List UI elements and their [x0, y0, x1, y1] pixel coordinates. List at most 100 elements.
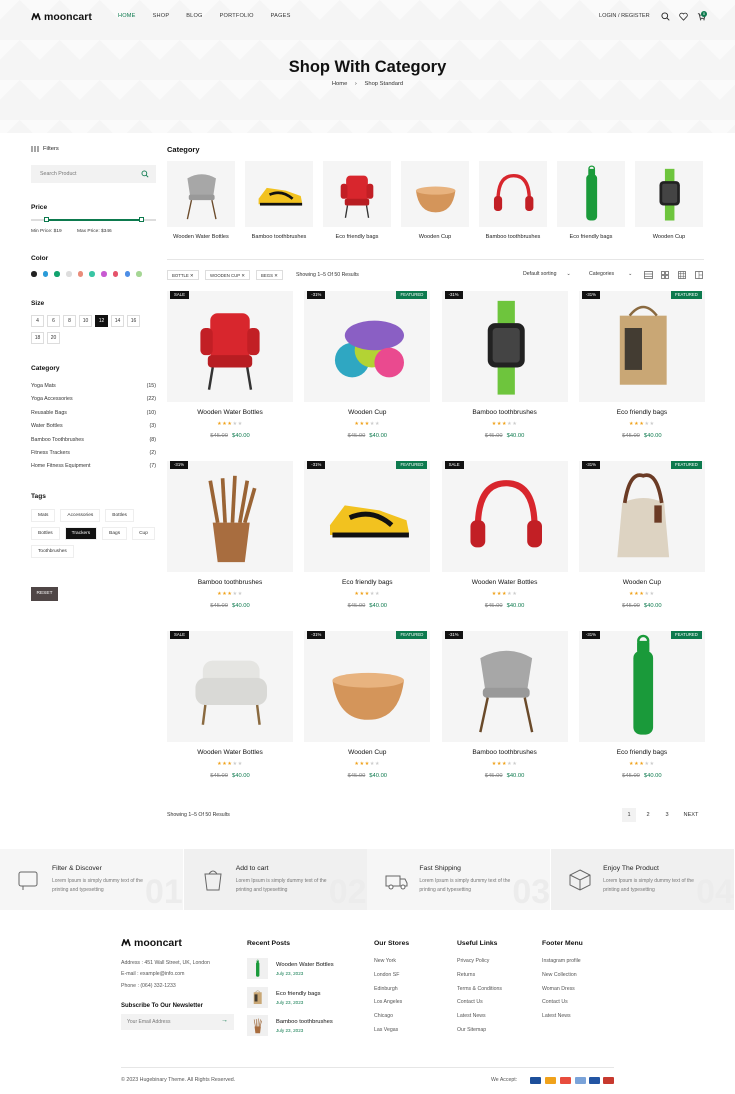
- list-view-icon[interactable]: [644, 271, 653, 279]
- grid-2-view-icon[interactable]: [661, 271, 669, 279]
- product-name[interactable]: Wooden Water Bottles: [167, 749, 293, 756]
- color-swatch[interactable]: [89, 271, 95, 277]
- category-item[interactable]: Bamboo Toothbrushes (8): [31, 437, 156, 443]
- page-3[interactable]: 3: [660, 808, 674, 822]
- footer-link[interactable]: Contact Us: [542, 999, 568, 1005]
- category-card[interactable]: [557, 161, 625, 227]
- product-image[interactable]: SALE: [441, 460, 568, 572]
- breadcrumb-home[interactable]: Home: [332, 81, 347, 87]
- post-title[interactable]: Eco friendly bags: [276, 991, 320, 997]
- search-icon[interactable]: [661, 12, 670, 21]
- post-title[interactable]: Wooden Water Bottles: [276, 962, 334, 968]
- filter-chip[interactable]: BOTTLE ✕: [167, 270, 199, 280]
- size-option[interactable]: 4: [31, 315, 44, 327]
- reset-button[interactable]: RESET: [31, 587, 58, 601]
- size-option[interactable]: 20: [47, 332, 60, 344]
- product-name[interactable]: Bamboo toothbrushes: [167, 579, 293, 586]
- product-name[interactable]: Bamboo toothbrushes: [442, 409, 568, 416]
- footer-link[interactable]: Privacy Policy: [457, 958, 489, 964]
- nav-pages[interactable]: PAGES: [271, 13, 291, 19]
- login-register-link[interactable]: LOGIN / REGISTER: [599, 13, 650, 19]
- category-item[interactable]: Yoga Accessories (22): [31, 396, 156, 402]
- color-swatch[interactable]: [31, 271, 37, 277]
- footer-logo[interactable]: mooncart: [121, 937, 182, 949]
- category-card[interactable]: [167, 161, 235, 227]
- nav-home[interactable]: HOME: [118, 13, 136, 19]
- next-page[interactable]: NEXT: [680, 808, 702, 822]
- filters-label[interactable]: Filters: [43, 146, 59, 152]
- category-card-label[interactable]: Wooden Cup: [630, 234, 708, 240]
- size-option[interactable]: 14: [111, 315, 124, 327]
- category-card[interactable]: [635, 161, 703, 227]
- footer-link[interactable]: Instagram profile: [542, 958, 581, 964]
- post-thumbnail[interactable]: [247, 986, 268, 1008]
- post-thumbnail[interactable]: [247, 1015, 268, 1037]
- nav-blog[interactable]: BLOG: [186, 13, 202, 19]
- product-name[interactable]: Wooden Water Bottles: [167, 409, 293, 416]
- footer-link[interactable]: Chicago: [374, 1013, 393, 1019]
- category-card-label[interactable]: Bamboo toothbrushes: [474, 234, 552, 240]
- footer-link[interactable]: Latest News: [457, 1013, 486, 1019]
- nav-portfolio[interactable]: PORTFOLIO: [220, 13, 254, 19]
- search-product-icon[interactable]: [141, 170, 149, 178]
- category-card[interactable]: [479, 161, 547, 227]
- color-swatch[interactable]: [54, 271, 60, 277]
- footer-link[interactable]: Edinburgh: [374, 986, 398, 992]
- category-item[interactable]: Water Bottles (3): [31, 423, 156, 429]
- page-2[interactable]: 2: [641, 808, 655, 822]
- wishlist-heart-icon[interactable]: [679, 12, 688, 21]
- product-name[interactable]: Eco friendly bags: [304, 579, 430, 586]
- category-card-label[interactable]: Eco friendly bags: [318, 234, 396, 240]
- category-card[interactable]: [245, 161, 313, 227]
- tag-item[interactable]: Bottles: [105, 509, 134, 522]
- category-card-label[interactable]: Wooden Water Bottles: [162, 234, 240, 240]
- product-image[interactable]: -31%: [167, 460, 293, 572]
- product-image[interactable]: -31% FEATURED: [304, 630, 431, 742]
- product-image[interactable]: SALE: [167, 630, 293, 742]
- site-logo[interactable]: mooncart: [31, 11, 92, 23]
- footer-link[interactable]: London SF: [374, 972, 399, 978]
- arrow-right-icon[interactable]: →: [221, 1017, 228, 1024]
- category-card[interactable]: [323, 161, 391, 227]
- footer-link[interactable]: Las Vegas: [374, 1027, 398, 1033]
- tag-item[interactable]: Bottles: [31, 527, 60, 540]
- color-swatch[interactable]: [101, 271, 107, 277]
- product-image[interactable]: -31%: [441, 630, 568, 742]
- category-card-label[interactable]: Bamboo toothbrushes: [240, 234, 318, 240]
- grid-4-view-icon[interactable]: [695, 271, 703, 279]
- chip-close-icon[interactable]: ✕: [241, 273, 245, 278]
- footer-link[interactable]: New Collection: [542, 972, 577, 978]
- color-swatch[interactable]: [77, 271, 84, 277]
- post-thumbnail[interactable]: [247, 958, 268, 979]
- footer-link[interactable]: Returns: [457, 972, 475, 978]
- product-image[interactable]: -31%: [441, 291, 568, 402]
- product-image[interactable]: -31% FEATURED: [578, 291, 705, 402]
- product-name[interactable]: Eco friendly bags: [579, 749, 705, 756]
- category-item[interactable]: Yoga Mats (15): [31, 383, 156, 389]
- size-option[interactable]: 6: [47, 315, 60, 327]
- footer-link[interactable]: New York: [374, 958, 396, 964]
- product-image[interactable]: -31% FEATURED: [304, 291, 431, 402]
- page-1[interactable]: 1: [622, 808, 636, 822]
- category-item[interactable]: Fitness Trackers (2): [31, 450, 156, 456]
- footer-link[interactable]: Contact Us: [457, 999, 483, 1005]
- tag-item[interactable]: Bags: [102, 527, 128, 540]
- tag-item[interactable]: Accessories: [60, 509, 101, 522]
- product-name[interactable]: Wooden Water Bottles: [442, 579, 568, 586]
- size-option[interactable]: 18: [31, 332, 44, 344]
- category-item[interactable]: Reusable Bags (10): [31, 410, 156, 416]
- size-option[interactable]: 12: [95, 315, 108, 327]
- color-swatch[interactable]: [124, 271, 130, 277]
- newsletter-email-input[interactable]: Your Email Address: [121, 1014, 234, 1030]
- size-option[interactable]: 16: [127, 315, 140, 327]
- category-card-label[interactable]: Wooden Cup: [396, 234, 474, 240]
- price-min-handle[interactable]: [44, 217, 49, 222]
- footer-link[interactable]: Woman Dress: [542, 986, 575, 992]
- tag-item[interactable]: Mats: [31, 509, 56, 522]
- product-image[interactable]: -31% FEATURED: [578, 460, 705, 572]
- categories-select[interactable]: Categories ⌄: [589, 271, 632, 277]
- product-image[interactable]: -31% FEATURED: [304, 460, 431, 572]
- tag-item[interactable]: Toothbrushes: [31, 545, 74, 558]
- filter-chip[interactable]: WOODEN CUP ✕: [205, 270, 250, 280]
- tag-item[interactable]: Trackers: [64, 527, 98, 540]
